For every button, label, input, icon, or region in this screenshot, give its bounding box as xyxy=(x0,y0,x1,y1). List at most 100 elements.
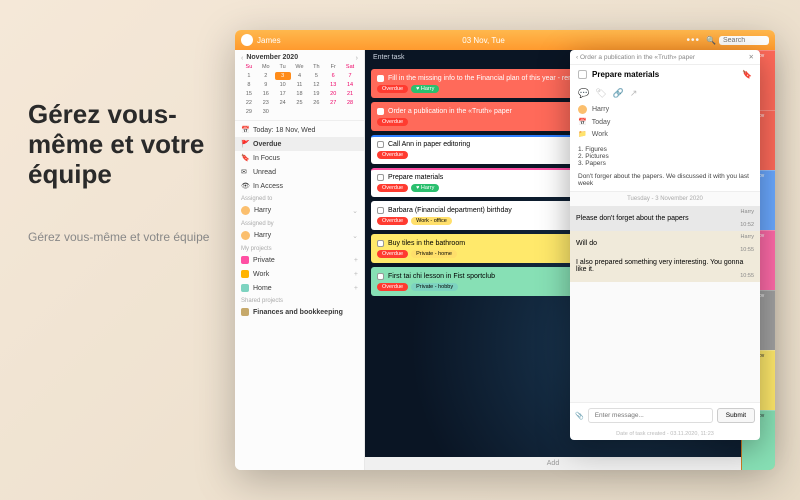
task-checkbox[interactable] xyxy=(377,207,384,214)
task-title: Order a publication in the «Truth» paper xyxy=(388,108,512,115)
submit-button[interactable]: Submit xyxy=(717,408,755,423)
msg-time: 10:55 xyxy=(576,273,754,279)
access-icon: 👁 xyxy=(241,182,249,190)
overdue-icon: 🚩 xyxy=(241,140,249,148)
sidebar-item-overdue[interactable]: 🚩Overdue xyxy=(235,137,364,151)
task-pill: Overdue xyxy=(377,283,408,291)
avatar-icon xyxy=(241,206,250,215)
avatar-icon xyxy=(241,231,250,240)
task-title: Barbara (Financial department) birthday xyxy=(388,207,512,214)
calendar-icon: 📅 xyxy=(578,118,587,126)
popup-project[interactable]: 📁Work xyxy=(578,128,752,140)
sidebar-section-projects: My projects xyxy=(235,243,364,253)
plus-icon[interactable]: + xyxy=(354,271,358,278)
popup-notes-extra: Don't forger about the papers. We discus… xyxy=(578,173,752,187)
task-checkbox[interactable] xyxy=(377,108,384,115)
sidebar-item-in-focus[interactable]: 🔖In Focus xyxy=(235,151,364,165)
task-pill: Overdue xyxy=(377,184,408,192)
task-pill: Overdue xyxy=(377,151,408,159)
add-task-button[interactable]: Add xyxy=(365,457,741,470)
avatar[interactable] xyxy=(241,34,253,46)
plus-icon[interactable]: + xyxy=(354,285,358,292)
msg-time: 10:55 xyxy=(576,247,754,253)
sidebar-project[interactable]: Private+ xyxy=(235,253,364,267)
sidebar-shared-project[interactable]: Finances and bookkeeping xyxy=(235,305,364,319)
color-swatch xyxy=(241,256,249,264)
task-checkbox[interactable] xyxy=(377,273,384,280)
search-input[interactable] xyxy=(719,36,769,45)
back-icon[interactable]: ‹ xyxy=(576,54,578,61)
cal-title: November 2020 xyxy=(246,54,298,61)
unread-icon: ✉ xyxy=(241,168,249,176)
sidebar-item-unread[interactable]: ✉Unread xyxy=(235,165,364,179)
chat-message: I also prepared something very interesti… xyxy=(570,256,760,282)
popup-notes-list: 1. Figures 2. Pictures 3. Papers xyxy=(578,146,752,167)
message-input[interactable] xyxy=(588,408,713,423)
cal-prev-icon[interactable]: ‹ xyxy=(241,55,243,62)
bookmark-icon[interactable]: 🔖 xyxy=(742,70,752,79)
topbar-user[interactable]: James xyxy=(257,36,281,45)
task-checkbox[interactable] xyxy=(377,141,384,148)
task-checkbox[interactable] xyxy=(578,70,587,79)
comment-icon[interactable]: 💬 xyxy=(578,88,589,99)
popup-breadcrumb[interactable]: Order a publication in the «Truth» paper xyxy=(580,54,695,61)
msg-text: Please don't forget about the papers xyxy=(576,215,754,222)
avatar-icon xyxy=(578,105,587,114)
topbar: James 03 Nov, Tue ••• 🔍 xyxy=(235,30,775,50)
sidebar-project[interactable]: Work+ xyxy=(235,267,364,281)
chat-message: HarryPlease don't forget about the paper… xyxy=(570,206,760,231)
chat-message: HarryWill do10:55 xyxy=(570,231,760,256)
task-pill: ♥ Harry xyxy=(411,85,439,93)
sidebar-project[interactable]: Home+ xyxy=(235,281,364,295)
popup-due[interactable]: 📅Today xyxy=(578,116,752,128)
plus-icon[interactable]: + xyxy=(354,257,358,264)
color-swatch xyxy=(241,308,249,316)
task-detail-popup: ‹ Order a publication in the «Truth» pap… xyxy=(570,50,760,440)
popup-title: Prepare materials xyxy=(592,70,659,79)
task-pill: ♥ Harry xyxy=(411,184,439,192)
search-icon[interactable]: 🔍 xyxy=(706,36,716,45)
task-pill: Work - office xyxy=(411,217,452,225)
chevron-down-icon[interactable]: ⌄ xyxy=(352,207,358,215)
cal-next-icon[interactable]: › xyxy=(356,55,358,62)
sidebar-section-shared: Shared projects xyxy=(235,295,364,305)
hero-sub: Gérez vous-même et votre équipe xyxy=(28,230,228,244)
sidebar-section-assigned-to: Assigned to xyxy=(235,193,364,203)
chevron-down-icon[interactable]: ⌄ xyxy=(352,232,358,240)
task-title: Buy tiles in the bathroom xyxy=(388,240,465,247)
tag-icon[interactable]: 🏷 xyxy=(595,88,606,99)
msg-text: Will do xyxy=(576,240,754,247)
topbar-menu-icon[interactable]: ••• xyxy=(687,35,701,46)
sidebar-item-in-access[interactable]: 👁In Access xyxy=(235,179,364,193)
task-pill: Overdue xyxy=(377,85,408,93)
popup-footer: Date of task created - 03.11.2020, 11:23 xyxy=(570,428,760,440)
task-pill: Private - home xyxy=(411,250,457,258)
folder-icon: 📁 xyxy=(578,130,587,138)
task-title: Call Ann in paper editoring xyxy=(388,141,470,148)
sidebar: ‹ November 2020 › SuMoTuWeThFrSat1234567… xyxy=(235,50,365,470)
link-icon[interactable]: 🔗 xyxy=(613,88,624,99)
mini-calendar[interactable]: ‹ November 2020 › SuMoTuWeThFrSat1234567… xyxy=(235,50,364,121)
color-swatch xyxy=(241,270,249,278)
sidebar-assigned-by[interactable]: Harry ⌄ xyxy=(235,228,364,243)
task-pill: Overdue xyxy=(377,217,408,225)
task-checkbox[interactable] xyxy=(377,174,384,181)
focus-icon: 🔖 xyxy=(241,154,249,162)
task-pill: Overdue xyxy=(377,250,408,258)
task-checkbox[interactable] xyxy=(377,240,384,247)
task-checkbox[interactable] xyxy=(377,75,384,82)
task-title: First tai chi lesson in Fist sportclub xyxy=(388,273,495,280)
task-title: Prepare materials xyxy=(388,174,443,181)
task-pill: Private - hobby xyxy=(411,283,458,291)
close-icon[interactable]: ✕ xyxy=(749,53,754,61)
attach-icon[interactable]: 📎 xyxy=(575,412,584,420)
topbar-date: 03 Nov, Tue xyxy=(281,36,687,45)
share-icon[interactable]: ↗ xyxy=(630,88,638,99)
sidebar-today[interactable]: 📅 Today: 18 Nov, Wed xyxy=(235,123,364,137)
popup-assignee[interactable]: Harry xyxy=(578,103,752,116)
chat-date: Tuesday - 3 November 2020 xyxy=(570,192,760,206)
color-swatch xyxy=(241,284,249,292)
sidebar-section-assigned-by: Assigned by xyxy=(235,218,364,228)
calendar-icon: 📅 xyxy=(241,126,249,134)
sidebar-assigned-to[interactable]: Harry ⌄ xyxy=(235,203,364,218)
